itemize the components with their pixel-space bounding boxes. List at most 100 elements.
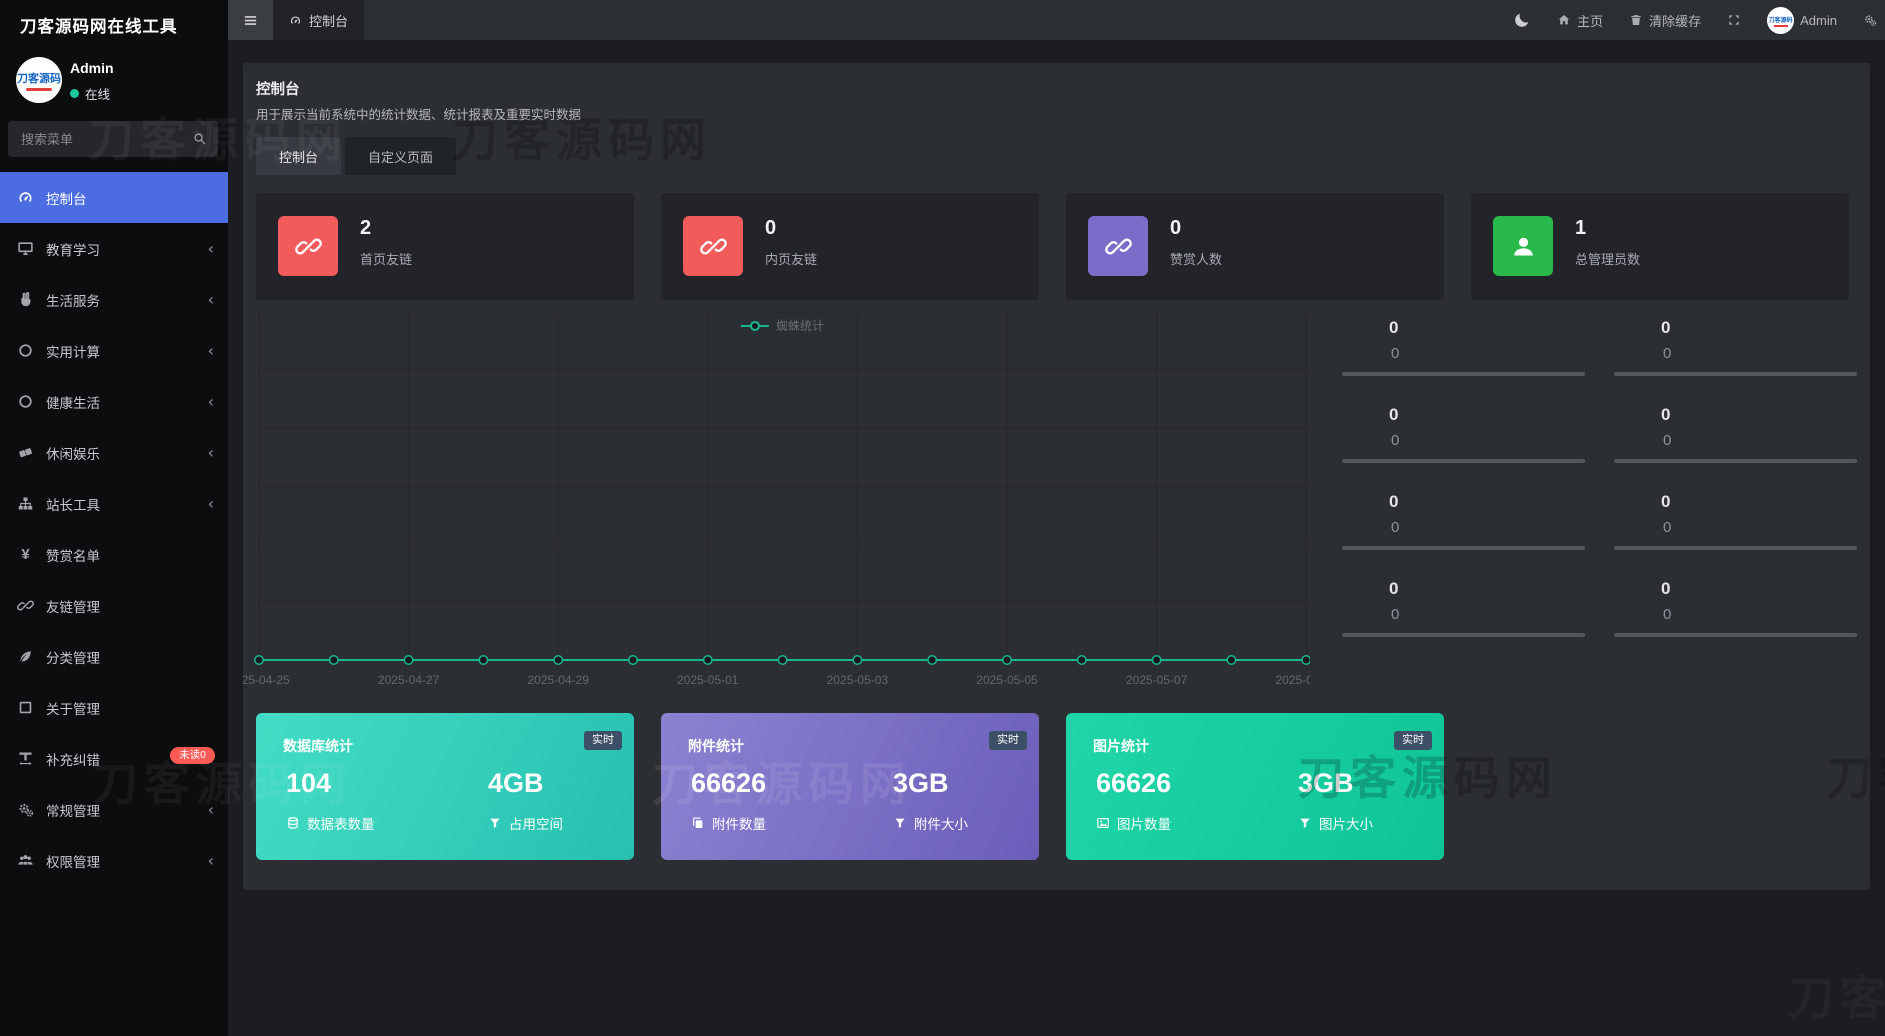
stat-card-inner-links[interactable]: 0 内页友链 <box>661 193 1039 300</box>
sidebar-item-corrections[interactable]: 补充纠错 未读0 <box>0 733 228 784</box>
legend-label: 蜘蛛统计 <box>776 317 824 334</box>
spider-today-value: 0 <box>1389 579 1398 599</box>
sidebar-item-calculators[interactable]: 实用计算 ‹ <box>0 325 228 376</box>
progress-bar <box>1342 546 1585 550</box>
stat-value: 0 <box>765 217 776 240</box>
stat-label: 赞赏人数 <box>1170 249 1222 268</box>
link-icon <box>17 597 34 614</box>
card-value-2: 3GB <box>1298 768 1354 799</box>
desktop-icon <box>17 240 34 257</box>
home-button[interactable]: 主页 <box>1557 11 1603 30</box>
stat-card-admins[interactable]: 1 总管理员数 <box>1471 193 1849 300</box>
admin-menu[interactable]: 刀客源码 Admin <box>1767 7 1837 34</box>
gauge-icon <box>289 14 302 27</box>
card-title: 附件统计 <box>688 736 744 756</box>
stat-value: 1 <box>1575 217 1586 240</box>
avatar-logo-underline <box>26 88 52 91</box>
chevron-left-icon: ‹ <box>208 496 214 512</box>
page-title: 控制台 <box>256 78 300 99</box>
sidebar-item-label: 实用计算 <box>46 341 100 361</box>
svg-text:2025-04-25: 2025-04-25 <box>243 673 290 687</box>
card-label-2: 图片大小 <box>1298 813 1373 833</box>
admin-label: Admin <box>1800 13 1837 28</box>
sidebar-item-label: 分类管理 <box>46 647 100 667</box>
gauge-icon <box>17 189 34 206</box>
search-icon[interactable] <box>192 131 207 146</box>
image-icon <box>1096 816 1110 830</box>
panel-tabs: 控制台 自定义页面 <box>256 137 456 175</box>
card-label-1: 附件数量 <box>691 813 766 833</box>
card-title: 数据库统计 <box>283 736 353 756</box>
sidebar-item-entertainment[interactable]: 休闲娱乐 ‹ <box>0 427 228 478</box>
spider-total-value: 0 <box>1391 606 1399 623</box>
user-name: Admin <box>70 60 114 76</box>
leaf-icon <box>17 648 34 665</box>
svg-text:2025-05-03: 2025-05-03 <box>827 673 889 687</box>
progress-bar <box>1614 546 1857 550</box>
progress-bar <box>1342 633 1585 637</box>
progress-bar <box>1614 633 1857 637</box>
chevron-left-icon: ‹ <box>208 445 214 461</box>
stat-card-donors[interactable]: 0 赞赏人数 <box>1066 193 1444 300</box>
sidebar-item-categories[interactable]: 分类管理 <box>0 631 228 682</box>
yen-icon: ¥ <box>17 546 34 563</box>
sidebar-toggle-button[interactable] <box>228 0 273 40</box>
progress-bar <box>1614 459 1857 463</box>
clear-cache-button[interactable]: 清除缓存 <box>1629 11 1701 30</box>
sidebar-item-webmaster-tools[interactable]: 站长工具 ‹ <box>0 478 228 529</box>
chevron-left-icon: ‹ <box>208 853 214 869</box>
spider-total-value: 0 <box>1663 606 1671 623</box>
users-icon <box>17 852 34 869</box>
progress-bar <box>1342 372 1585 376</box>
spider-today-value: 0 <box>1661 405 1670 425</box>
chevron-left-icon: ‹ <box>208 292 214 308</box>
sidebar-item-health[interactable]: 健康生活 ‹ <box>0 376 228 427</box>
fullscreen-button[interactable] <box>1727 13 1741 27</box>
sidebar-item-education[interactable]: 教育学习 ‹ <box>0 223 228 274</box>
chart-legend[interactable]: 蜘蛛统计 <box>741 317 824 334</box>
sidebar-item-life-services[interactable]: 生活服务 ‹ <box>0 274 228 325</box>
card-label-2: 附件大小 <box>893 813 968 833</box>
dark-mode-toggle[interactable] <box>1513 11 1531 29</box>
stat-card-home-links[interactable]: 2 首页友链 <box>256 193 634 300</box>
tab-console[interactable]: 控制台 <box>256 137 341 175</box>
page-subtitle: 用于展示当前系统中的统计数据、统计报表及重要实时数据 <box>256 104 581 123</box>
settings-button[interactable] <box>1863 13 1877 27</box>
spider-total-value: 0 <box>1391 432 1399 449</box>
spider-stat-block: 0 0 <box>1614 318 1857 378</box>
spider-today-value: 0 <box>1661 492 1670 512</box>
brand-title: 刀客源码网在线工具 <box>0 0 228 55</box>
cogs-icon <box>1863 13 1877 27</box>
trash-icon <box>1629 13 1643 27</box>
spider-stat-block: 0 0 <box>1614 405 1857 465</box>
search-input[interactable] <box>8 121 218 157</box>
sidebar-item-general[interactable]: 常规管理 ‹ <box>0 784 228 835</box>
card-value-2: 4GB <box>488 768 544 799</box>
spider-stat-block: 0 0 <box>1342 405 1585 465</box>
sidebar-item-console[interactable]: 控制台 <box>0 172 228 223</box>
sidebar-item-label: 常规管理 <box>46 800 100 820</box>
sidebar-item-permissions[interactable]: 权限管理 ‹ <box>0 835 228 886</box>
svg-text:2025-05-01: 2025-05-01 <box>677 673 739 687</box>
stat-label: 总管理员数 <box>1575 249 1640 268</box>
spider-total-value: 0 <box>1663 432 1671 449</box>
progress-bar <box>1614 372 1857 376</box>
watermark: 刀客源码网 <box>1788 962 1885 1028</box>
spider-stat-block: 0 0 <box>1342 492 1585 552</box>
avatar-logo-text: 刀客源码 <box>1767 15 1794 24</box>
sidebar-item-about[interactable]: 关于管理 <box>0 682 228 733</box>
sidebar-item-donor-list[interactable]: ¥ 赞赏名单 <box>0 529 228 580</box>
tab-custom-page[interactable]: 自定义页面 <box>345 137 456 175</box>
chevron-left-icon: ‹ <box>208 343 214 359</box>
sidebar-item-links[interactable]: 友链管理 <box>0 580 228 631</box>
moon-icon <box>1513 11 1531 29</box>
link-icon <box>1088 216 1148 276</box>
sidebar: 刀客源码网在线工具 刀客源码 Admin 在线 控制台 教育学习 ‹ 生活服务 … <box>0 0 228 1036</box>
card-value-1: 66626 <box>1096 768 1171 799</box>
stat-value: 0 <box>1170 217 1181 240</box>
avatar[interactable]: 刀客源码 <box>16 57 62 103</box>
spider-total-value: 0 <box>1663 345 1671 362</box>
home-icon <box>1557 13 1571 27</box>
circle-icon <box>17 342 34 359</box>
tab-console[interactable]: 控制台 <box>273 0 364 40</box>
